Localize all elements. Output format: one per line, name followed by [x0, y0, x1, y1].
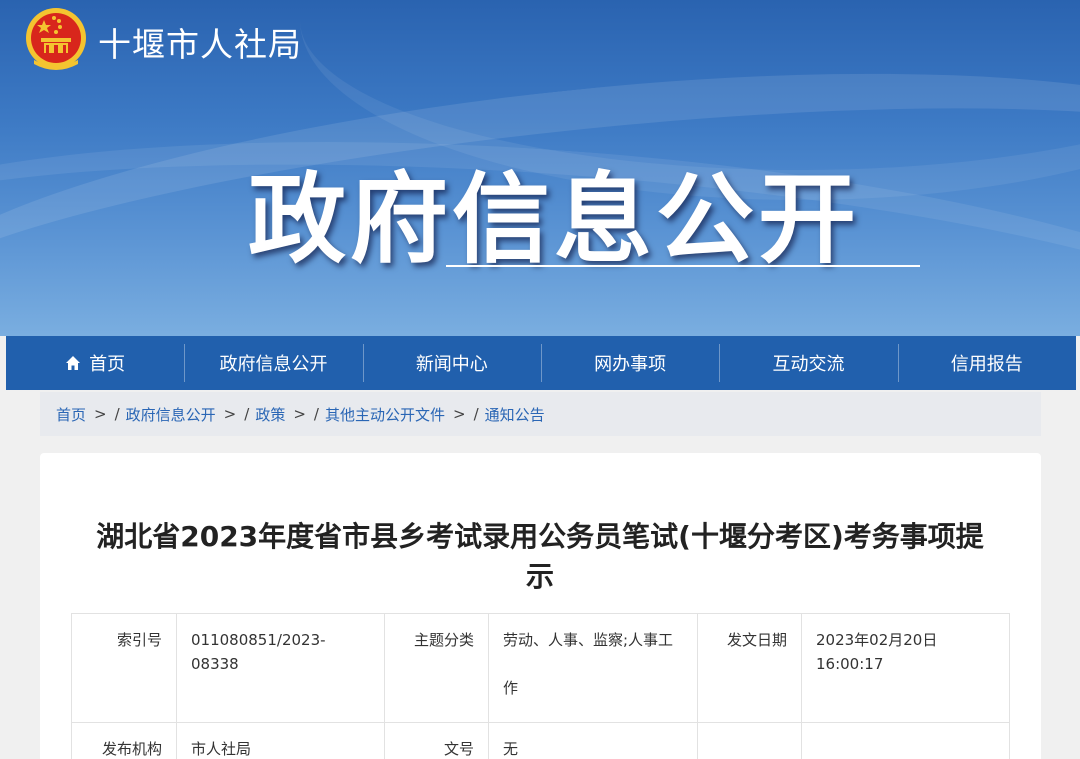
- nav-item-online-services[interactable]: 网办事项: [540, 336, 719, 390]
- nav-item-label: 信用报告: [950, 354, 1023, 375]
- nav-item-label: 首页: [89, 354, 126, 375]
- meta-label-org: 发布机构: [71, 722, 177, 759]
- breadcrumb-policy[interactable]: 政策: [255, 404, 285, 425]
- breadcrumb-separator: >: [293, 405, 306, 423]
- meta-label-date: 发文日期: [697, 613, 802, 723]
- article-meta-table: 索引号 011080851/2023-08338 主题分类 劳动、人事、监察;人…: [71, 613, 1010, 759]
- breadcrumb-separator: >: [452, 405, 466, 423]
- article-title: 湖北省2023年度省市县乡考试录用公务员笔试(十堰分考区)考务事项提 示: [48, 517, 1032, 597]
- breadcrumb-separator: >: [223, 405, 237, 423]
- table-row: 发布机构 市人社局 文号 无: [71, 722, 1010, 759]
- article-title-line: 示: [525, 560, 554, 593]
- national-emblem-icon[interactable]: [24, 6, 88, 72]
- breadcrumb-other-files[interactable]: 其他主动公开文件: [325, 404, 445, 425]
- hero-underline: [446, 265, 920, 267]
- meta-value-index: 011080851/2023-08338: [176, 613, 385, 723]
- breadcrumb-notices[interactable]: 通知公告: [485, 404, 545, 425]
- nav-item-label: 互动交流: [772, 354, 845, 375]
- nav-item-label: 政府信息公开: [219, 354, 328, 375]
- site-name[interactable]: 十堰市人社局: [98, 18, 302, 66]
- header-banner: 十堰市人社局 政府信息公开: [0, 0, 1080, 336]
- home-icon: [66, 356, 81, 370]
- breadcrumb-slash: /: [473, 405, 479, 423]
- meta-value-topic: 劳动、人事、监察;人事工作: [488, 613, 698, 723]
- nav-item-credit-report[interactable]: 信用报告: [897, 336, 1076, 390]
- breadcrumb-slash: /: [244, 405, 250, 423]
- nav-item-label: 新闻中心: [415, 354, 488, 375]
- nav-item-label: 网办事项: [594, 354, 667, 375]
- meta-value-org: 市人社局: [176, 722, 385, 759]
- meta-label-doc-number: 文号: [384, 722, 489, 759]
- breadcrumb-slash: /: [313, 405, 319, 423]
- table-row: 索引号 011080851/2023-08338 主题分类 劳动、人事、监察;人…: [71, 613, 1010, 723]
- meta-empty-cell: [801, 722, 1010, 759]
- breadcrumb-separator: >: [94, 405, 107, 423]
- nav-item-gov-info[interactable]: 政府信息公开: [184, 336, 362, 390]
- breadcrumb: 首页 > / 政府信息公开 > / 政策 > / 其他主动公开文件 > / 通知…: [40, 392, 1041, 436]
- meta-value-doc-number: 无: [488, 722, 698, 759]
- meta-label-index: 索引号: [71, 613, 177, 723]
- nav-item-news[interactable]: 新闻中心: [362, 336, 541, 390]
- meta-value-date: 2023年02月20日 16:00:17: [801, 613, 1010, 723]
- page-hero-title: 政府信息公开: [248, 163, 861, 277]
- nav-item-home[interactable]: 首页: [6, 336, 184, 390]
- main-nav: 首页 政府信息公开 新闻中心 网办事项 互动交流 信用报告: [6, 336, 1076, 390]
- meta-topic-text: 劳动、人事、监察;人事工作: [503, 631, 674, 697]
- breadcrumb-slash: /: [114, 405, 120, 423]
- breadcrumb-home[interactable]: 首页: [56, 404, 86, 425]
- meta-empty-cell: [697, 722, 802, 759]
- nav-item-interaction[interactable]: 互动交流: [719, 336, 897, 390]
- breadcrumb-gov-info[interactable]: 政府信息公开: [126, 404, 216, 425]
- article-title-line: 湖北省2023年度省市县乡考试录用公务员笔试(十堰分考区)考务事项提: [96, 520, 984, 553]
- meta-label-topic: 主题分类: [384, 613, 489, 723]
